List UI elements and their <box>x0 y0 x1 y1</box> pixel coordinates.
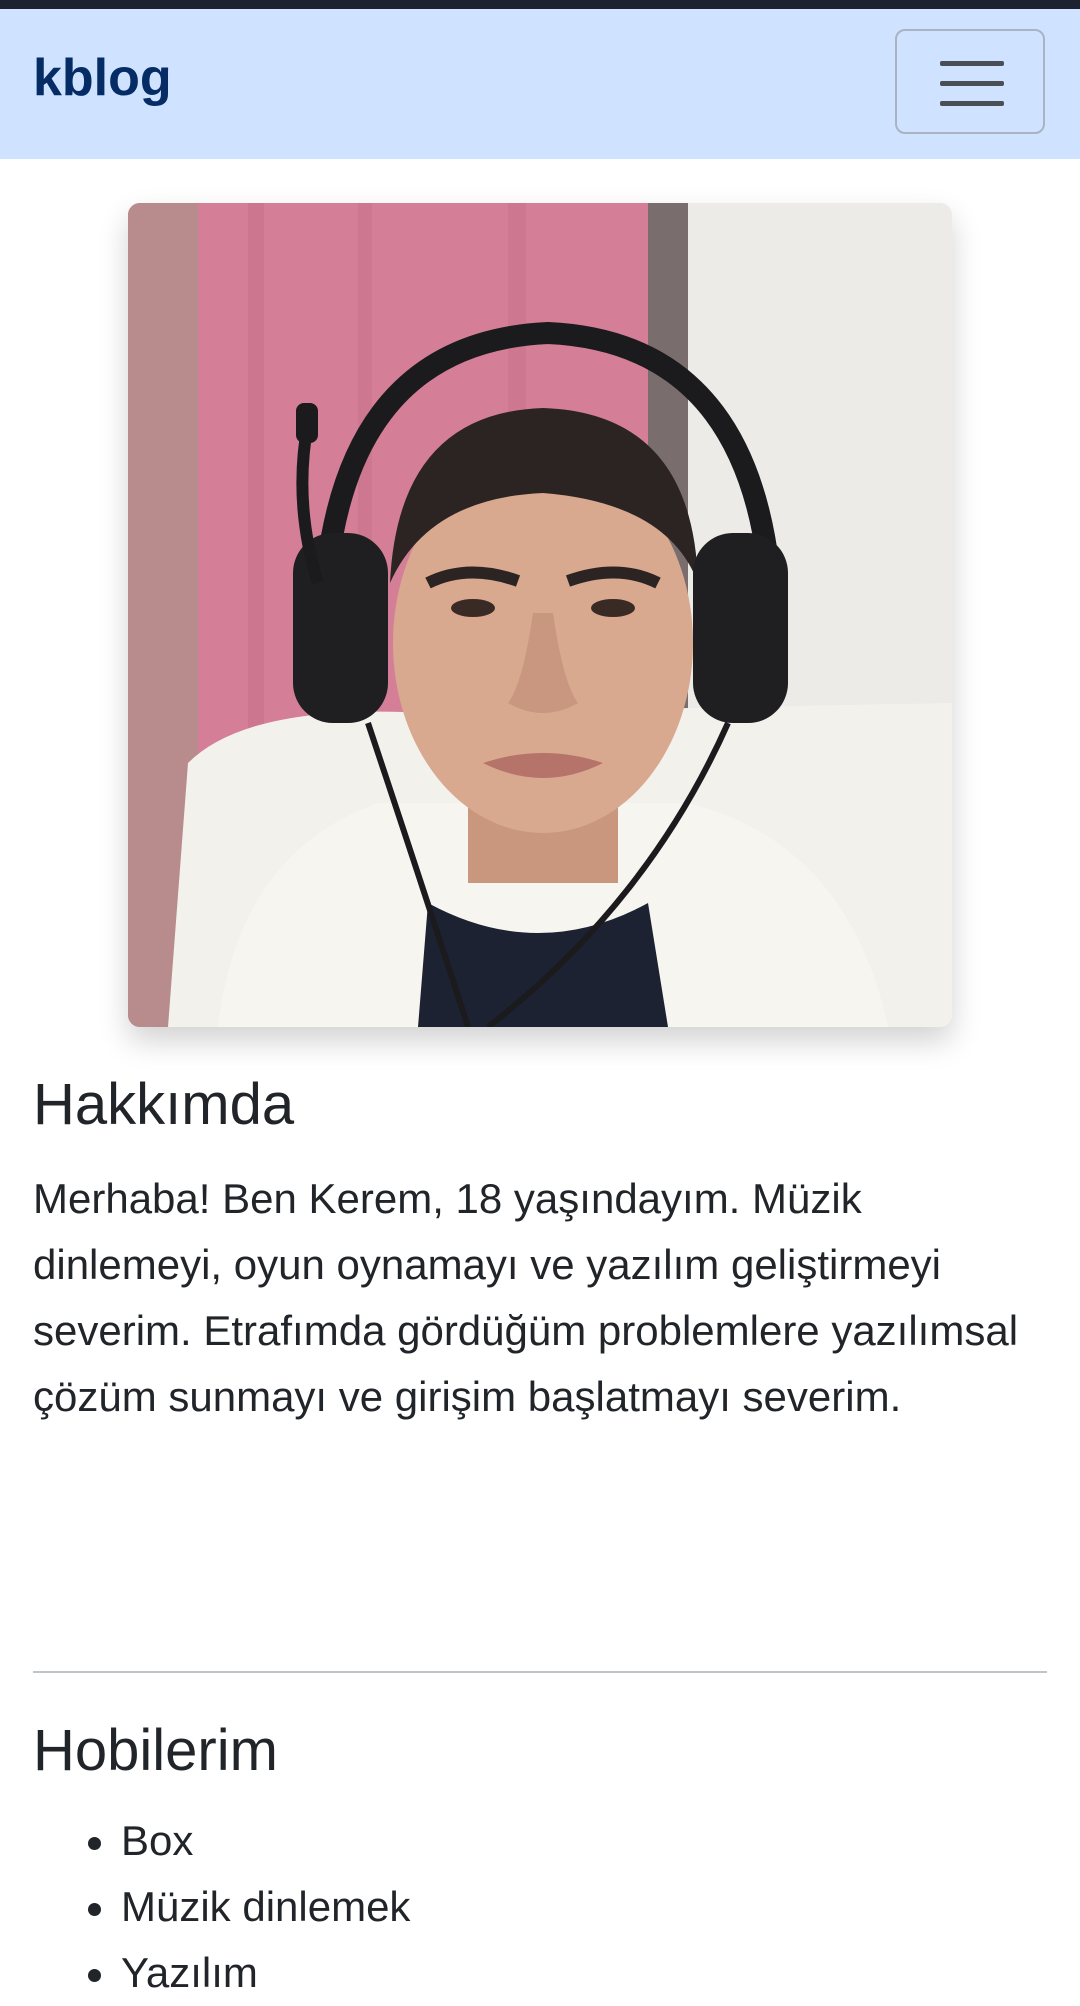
bullet-icon <box>88 1837 101 1850</box>
bullet-icon <box>88 1903 101 1916</box>
navbar: kblog <box>0 9 1080 159</box>
bullet-icon <box>88 1969 101 1982</box>
section-divider <box>33 1671 1047 1673</box>
about-heading: Hakkımda <box>33 1072 295 1137</box>
hobby-label: Box <box>121 1817 194 1864</box>
menu-toggle-button[interactable] <box>895 29 1045 134</box>
hobby-label: Müzik dinlemek <box>121 1883 411 1930</box>
list-item: Müzik dinlemek <box>33 1874 410 1940</box>
profile-photo <box>128 203 952 1027</box>
hobby-label: Yazılım <box>121 1949 258 1996</box>
hobbies-list: Box Müzik dinlemek Yazılım <box>33 1808 410 2006</box>
list-item: Yazılım <box>33 1940 410 2006</box>
hobbies-heading: Hobilerim <box>33 1718 278 1783</box>
brand-link[interactable]: kblog <box>33 47 172 109</box>
about-text: Merhaba! Ben Kerem, 18 yaşındayım. Müzik… <box>33 1175 1019 1420</box>
top-status-line <box>0 0 1080 9</box>
list-item: Box <box>33 1808 410 1874</box>
